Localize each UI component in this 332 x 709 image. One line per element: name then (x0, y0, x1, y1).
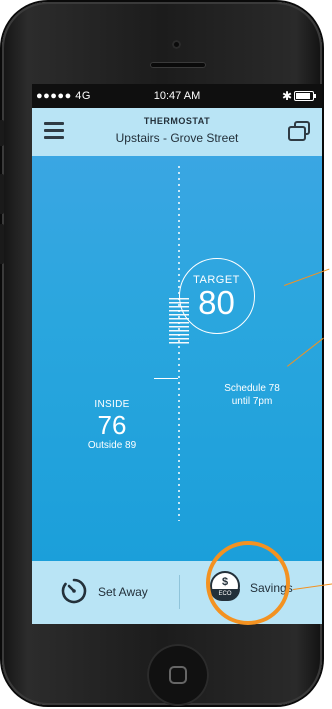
schedule-line-2: until 7pm (231, 396, 273, 407)
thermostat-panel: TARGET 80 Schedule 78 until 7pm INSIDE 7… (32, 156, 322, 624)
inside-value: 76 (97, 410, 127, 440)
bluetooth-icon: ✱ (282, 89, 293, 103)
app-screen: ●●●●● 4G 10:47 AM ✱ THERMOSTAT Upstairs … (32, 84, 322, 624)
front-camera (172, 40, 181, 49)
mute-switch (0, 120, 4, 146)
volume-down-button (0, 224, 4, 264)
schedule-line-1: Schedule 78 (224, 383, 280, 394)
schedule-info: Schedule 78 until 7pm (212, 382, 292, 408)
outside-temperature: Outside 89 (87, 440, 137, 451)
volume-up-button (0, 174, 4, 214)
devices-icon[interactable] (288, 121, 312, 143)
page-title: THERMOSTAT (143, 116, 211, 126)
inside-temp-marker (154, 378, 178, 379)
status-bar: ●●●●● 4G 10:47 AM ✱ (32, 84, 322, 108)
inside-label: INSIDE (94, 399, 130, 410)
app-header: THERMOSTAT Upstairs - Grove Street (32, 108, 322, 156)
target-value: 80 (198, 284, 235, 321)
location-name: Upstairs - Grove Street (115, 131, 239, 145)
savings-highlight-circle (206, 541, 290, 625)
home-button[interactable] (147, 644, 209, 706)
set-away-label: Set Away (98, 585, 148, 599)
bottom-divider (179, 575, 180, 609)
earpiece-speaker (150, 62, 206, 68)
status-time: 10:47 AM (153, 90, 201, 102)
battery-icon (294, 91, 316, 101)
away-timer-icon (61, 578, 87, 604)
inside-temperature: INSIDE 76 Outside 89 (72, 399, 152, 451)
target-temperature-dial[interactable]: TARGET 80 (179, 258, 255, 334)
